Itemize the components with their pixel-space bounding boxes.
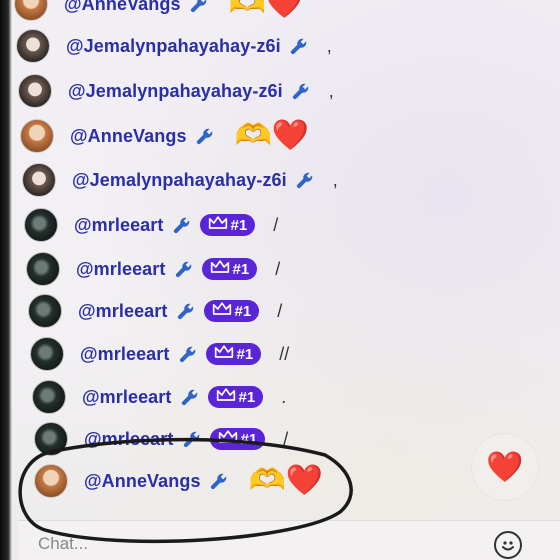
wrench-icon <box>176 301 196 321</box>
rank-badge-label: #1 <box>238 388 256 406</box>
avatar[interactable] <box>28 294 62 328</box>
wrench-icon <box>291 81 311 101</box>
crown-icon <box>214 344 234 364</box>
heart-icon: ❤️ <box>486 450 524 484</box>
wrench-icon <box>174 259 194 279</box>
username[interactable]: @mrleeart <box>76 259 166 280</box>
heart-hands-emoji: 🫶❤️ <box>228 0 304 20</box>
wrench-icon <box>195 126 215 146</box>
chat-composer <box>18 520 560 560</box>
message-text: / <box>283 428 289 449</box>
crown-icon <box>216 387 236 407</box>
rank-badge: #1 <box>201 258 258 280</box>
chat-message[interactable]: @mrleeart #1 / <box>26 249 280 289</box>
wrench-icon <box>295 170 315 190</box>
message-text: / <box>277 300 283 321</box>
message-text: / <box>275 258 281 279</box>
heart-reaction-button[interactable]: ❤️ <box>472 434 538 500</box>
rank-badge-label: #1 <box>234 302 252 320</box>
username[interactable]: @mrleeart <box>82 387 172 408</box>
avatar[interactable] <box>26 252 60 286</box>
wrench-icon <box>289 36 309 56</box>
rank-badge: #1 <box>205 343 262 365</box>
username[interactable]: @Jemalynpahayahay-z6i <box>68 81 283 102</box>
wrench-icon <box>180 387 200 407</box>
chat-message[interactable]: @mrleeart #1 / <box>28 291 282 331</box>
rank-badge: #1 <box>199 214 256 236</box>
chat-message[interactable]: @mrleeart #1 / <box>34 419 288 459</box>
message-text: . <box>281 386 287 407</box>
avatar[interactable] <box>24 208 58 242</box>
avatar[interactable] <box>22 163 56 197</box>
avatar[interactable] <box>34 422 68 456</box>
chat-message[interactable]: @mrleeart #1 / <box>24 205 278 245</box>
chat-message[interactable]: @AnneVangs 🫶❤️ <box>34 461 323 501</box>
rank-badge-label: #1 <box>236 345 254 363</box>
chat-message[interactable]: @Jemalynpahayahay-z6i, <box>16 26 332 66</box>
avatar[interactable] <box>30 337 64 371</box>
wrench-icon <box>209 471 229 491</box>
chat-message[interactable]: @mrleeart #1. <box>32 377 286 417</box>
chat-message[interactable]: @AnneVangs 🫶❤️ <box>14 0 303 24</box>
smiley-face-icon <box>502 541 514 551</box>
rank-badge-label: #1 <box>232 260 250 278</box>
username[interactable]: @Jemalynpahayahay-z6i <box>72 170 287 191</box>
message-text: , <box>328 80 334 101</box>
device-bezel <box>0 0 12 560</box>
wrench-icon <box>178 344 198 364</box>
username[interactable]: @mrleeart <box>74 215 164 236</box>
username[interactable]: @mrleeart <box>78 301 168 322</box>
username[interactable]: @AnneVangs <box>70 126 187 147</box>
wrench-icon <box>182 429 202 449</box>
crown-icon <box>212 301 232 321</box>
crown-icon <box>208 215 228 235</box>
avatar[interactable] <box>20 119 54 153</box>
chat-message[interactable]: @mrleeart #1 // <box>30 334 289 374</box>
username[interactable]: @AnneVangs <box>64 0 181 15</box>
avatar[interactable] <box>32 380 66 414</box>
chat-message[interactable]: @AnneVangs 🫶❤️ <box>20 116 309 156</box>
chat-screen: @AnneVangs 🫶❤️ @Jemalynpahayahay-z6i, @Jema… <box>0 0 560 560</box>
crown-icon <box>218 429 238 449</box>
heart-hands-emoji: 🫶❤️ <box>234 119 310 152</box>
chat-message[interactable]: @Jemalynpahayahay-z6i, <box>18 71 334 111</box>
rank-badge: #1 <box>207 386 264 408</box>
rank-badge-label: #1 <box>240 430 258 448</box>
username[interactable]: @mrleeart <box>84 429 174 450</box>
avatar[interactable] <box>18 74 52 108</box>
chat-message[interactable]: @Jemalynpahayahay-z6i, <box>22 160 338 200</box>
username[interactable]: @Jemalynpahayahay-z6i <box>66 36 281 57</box>
avatar[interactable] <box>16 29 50 63</box>
heart-hands-emoji: 🫶❤️ <box>248 464 324 497</box>
chat-input[interactable] <box>38 531 458 557</box>
avatar[interactable] <box>14 0 48 21</box>
avatar[interactable] <box>34 464 68 498</box>
rank-badge: #1 <box>203 300 260 322</box>
message-text: // <box>279 343 290 364</box>
message-text: , <box>326 35 332 56</box>
emoji-button[interactable] <box>494 531 522 559</box>
crown-icon <box>210 259 230 279</box>
rank-badge: #1 <box>209 428 266 450</box>
rank-badge-label: #1 <box>230 216 248 234</box>
username[interactable]: @AnneVangs <box>84 471 201 492</box>
wrench-icon <box>172 215 192 235</box>
message-text: , <box>332 169 338 190</box>
wrench-icon <box>189 0 209 14</box>
username[interactable]: @mrleeart <box>80 344 170 365</box>
message-text: / <box>273 214 279 235</box>
